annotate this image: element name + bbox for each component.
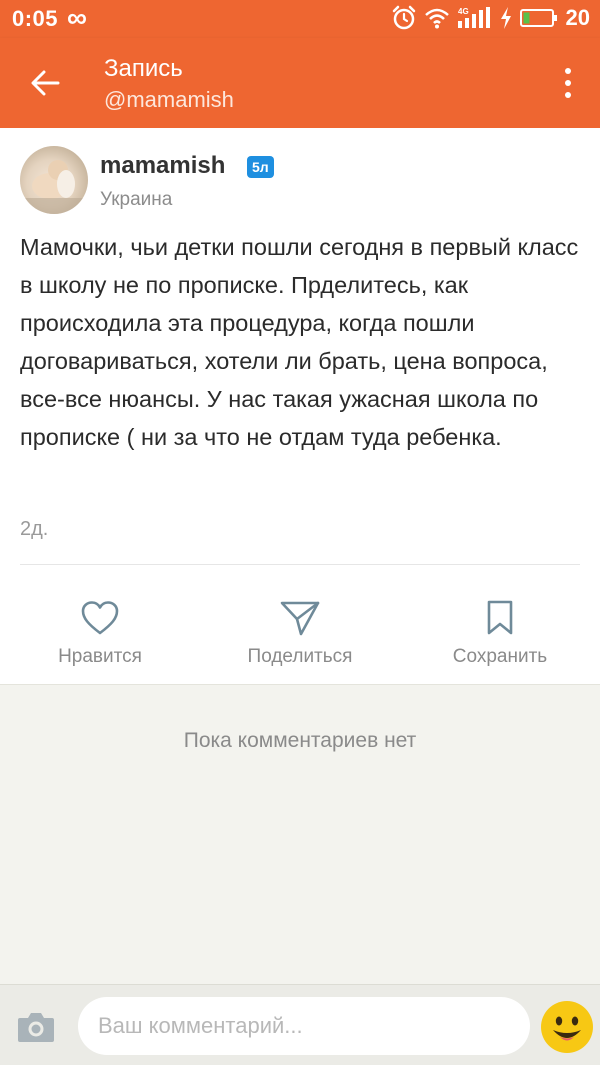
battery-icon [519, 9, 557, 27]
avatar[interactable] [20, 146, 88, 214]
status-bar: 0:05 ∞ 4G 20 [0, 0, 600, 38]
camera-button[interactable] [16, 1009, 56, 1045]
avatar-image [20, 160, 88, 214]
like-label: Нравится [58, 646, 142, 667]
more-vertical-icon-dot [565, 80, 571, 86]
battery-level: 20 [565, 5, 590, 30]
heart-icon [81, 601, 119, 635]
status-time: 0:05 [12, 6, 59, 31]
emoji-button[interactable] [540, 1000, 594, 1054]
app-bar: Запись @mamamish [0, 38, 600, 128]
paper-plane-icon [280, 601, 320, 636]
page-subtitle: @mamamish [104, 87, 234, 112]
camera-icon [18, 1013, 54, 1042]
bookmark-icon [487, 600, 513, 635]
post-card: mamamish 5л Украина Мамочки, чьи детки п… [0, 128, 600, 684]
arrow-left-icon [31, 70, 60, 96]
emoji-icon [541, 1001, 593, 1053]
status-icons: 4G 20 [392, 5, 590, 31]
more-vertical-icon-dot [565, 68, 571, 74]
status-badge: 5л [247, 156, 274, 178]
share-button[interactable]: Поделиться [220, 598, 380, 668]
comment-composer [0, 984, 600, 1065]
more-vertical-icon-dot [565, 92, 571, 98]
share-label: Поделиться [247, 646, 353, 667]
author-name[interactable]: mamamish [100, 152, 225, 180]
wifi-icon [424, 8, 449, 29]
more-menu-button[interactable] [554, 63, 582, 103]
signal-icon: 4G [457, 7, 490, 28]
comment-input[interactable] [78, 997, 530, 1055]
post-text: Мамочки, чьи детки пошли сегодня в первы… [20, 234, 579, 450]
divider [20, 564, 580, 565]
post-timestamp: 2д. [20, 518, 49, 540]
comments-section: Пока комментариев нет [0, 684, 600, 984]
page-title: Запись [104, 55, 183, 82]
charging-icon [500, 7, 511, 29]
save-label: Сохранить [452, 646, 548, 667]
network-type-label: 4G [458, 7, 469, 16]
alarm-icon [392, 5, 415, 30]
empty-comments-text: Пока комментариев нет [183, 729, 417, 752]
back-button[interactable] [20, 60, 70, 106]
author-location: Украина [100, 189, 173, 210]
infinity-icon: ∞ [67, 2, 87, 33]
like-button[interactable]: Нравится [20, 598, 180, 668]
save-button[interactable]: Сохранить [420, 598, 580, 668]
